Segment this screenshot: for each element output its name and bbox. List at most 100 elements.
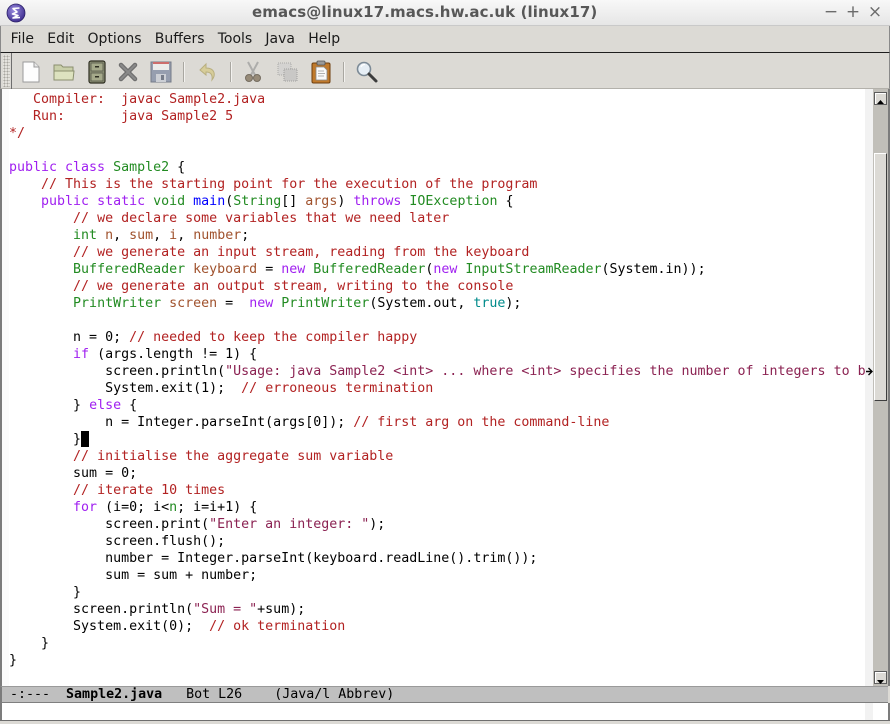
code-line: } bbox=[9, 584, 865, 601]
menu-tools[interactable]: Tools bbox=[211, 27, 259, 51]
code-token: void bbox=[153, 194, 186, 209]
code-line: */ bbox=[9, 125, 865, 142]
code-token: sum = sum + number; bbox=[9, 568, 258, 583]
save-button[interactable] bbox=[148, 59, 174, 85]
undo-icon bbox=[199, 62, 215, 82]
toolbar-separator bbox=[183, 62, 185, 82]
code-line: } else { bbox=[9, 397, 865, 414]
code-token: } bbox=[9, 636, 50, 651]
code-line: n = Integer.parseInt(args[0]); // first … bbox=[9, 414, 865, 431]
code-token: ); bbox=[369, 517, 386, 532]
toolbar-drag-handle[interactable] bbox=[3, 55, 10, 87]
new-file-button[interactable] bbox=[18, 59, 44, 85]
copy-button[interactable] bbox=[275, 59, 301, 85]
code-line: // iterate 10 times bbox=[9, 482, 865, 499]
code-line: n = 0; // needed to keep the compiler ha… bbox=[9, 329, 865, 346]
open-directory-button[interactable] bbox=[51, 59, 77, 85]
maximize-button[interactable]: + bbox=[845, 2, 861, 22]
undo-button[interactable] bbox=[195, 59, 221, 85]
close-window-button[interactable]: × bbox=[867, 2, 883, 22]
code-line: screen.flush(); bbox=[9, 533, 865, 550]
emacs-logo-icon bbox=[6, 3, 26, 23]
code-line: // we declare some variables that we nee… bbox=[9, 210, 865, 227]
code-line: System.exit(0); // ok termination bbox=[9, 618, 865, 635]
code-comment: */ bbox=[9, 126, 26, 141]
menu-edit[interactable]: Edit bbox=[41, 27, 81, 51]
menu-help[interactable]: Help bbox=[302, 27, 347, 51]
search-button[interactable] bbox=[354, 59, 380, 85]
code-token: , bbox=[153, 228, 170, 243]
magnifier-icon bbox=[356, 61, 378, 83]
code-line: sum = sum + number; bbox=[9, 567, 865, 584]
code-token: if bbox=[73, 347, 90, 362]
menu-bar: File Edit Options Buffers Tools Java Hel… bbox=[0, 26, 890, 53]
code-token: Sample2 bbox=[113, 160, 170, 175]
code-token: (System.in)); bbox=[601, 262, 706, 277]
scissors-icon bbox=[245, 61, 261, 82]
toolbar-separator bbox=[230, 62, 232, 82]
code-token: for bbox=[73, 500, 98, 515]
code-token: new bbox=[433, 262, 458, 277]
scrollbar-thumb[interactable] bbox=[874, 152, 887, 402]
menu-file[interactable]: File bbox=[4, 27, 41, 51]
code-token: ); bbox=[505, 296, 522, 311]
code-token: { bbox=[121, 398, 138, 413]
mode-line[interactable]: -:--- Sample2.java Bot L26 (Java/l Abbre… bbox=[0, 686, 888, 703]
code-token: ) bbox=[337, 194, 354, 209]
code-token: InputStreamReader bbox=[465, 262, 602, 277]
code-token: BufferedReader bbox=[73, 262, 186, 277]
code-line: // initialise the aggregate sum variable bbox=[9, 448, 865, 465]
code-token: main bbox=[193, 194, 226, 209]
code-token: PrintWriter bbox=[73, 296, 162, 311]
code-token: [] bbox=[281, 194, 306, 209]
menu-options[interactable]: Options bbox=[81, 27, 148, 51]
echo-area[interactable] bbox=[0, 703, 890, 720]
code-comment: Run: java Sample2 5 bbox=[9, 109, 234, 124]
text-cursor bbox=[81, 431, 90, 447]
code-token: n = 0; bbox=[9, 330, 130, 345]
code-token: System.exit(1); bbox=[9, 381, 242, 396]
code-token: ; i=i+1) { bbox=[177, 500, 258, 515]
close-buffer-button[interactable] bbox=[115, 59, 141, 85]
filing-cabinet-icon bbox=[88, 60, 106, 84]
minimize-button[interactable]: − bbox=[823, 2, 839, 22]
code-token: screen.println( bbox=[9, 364, 226, 379]
modeline-buffer-name[interactable]: Sample2.java bbox=[66, 687, 162, 702]
code-comment: // initialise the aggregate sum variable bbox=[73, 449, 394, 464]
code-line: public class Sample2 { bbox=[9, 159, 865, 176]
code-line: if (args.length != 1) { bbox=[9, 346, 865, 363]
code-token: { bbox=[169, 160, 186, 175]
code-token: else bbox=[89, 398, 122, 413]
paste-button[interactable] bbox=[308, 59, 334, 85]
code-comment: // we generate an output stream, writing… bbox=[73, 279, 514, 294]
scroll-up-button[interactable] bbox=[874, 92, 887, 105]
code-token: { bbox=[497, 194, 514, 209]
editor-window[interactable]: Compiler: javac Sample2.java Run: java S… bbox=[0, 89, 890, 686]
scroll-down-button[interactable] bbox=[874, 671, 887, 684]
menu-java[interactable]: Java bbox=[259, 27, 302, 51]
paste-icon bbox=[311, 60, 331, 84]
code-token: screen bbox=[169, 296, 218, 311]
code-token: public static bbox=[41, 194, 146, 209]
menu-buffers[interactable]: Buffers bbox=[148, 27, 211, 51]
code-line: System.exit(1); // erroneous termination bbox=[9, 380, 865, 397]
cut-button[interactable] bbox=[240, 59, 266, 85]
modeline-status: -:--- bbox=[2, 687, 67, 702]
code-comment: // we declare some variables that we nee… bbox=[73, 211, 450, 226]
dired-button[interactable] bbox=[84, 59, 110, 85]
code-comment: // needed to keep the compiler happy bbox=[129, 330, 418, 345]
code-token: throws bbox=[353, 194, 402, 209]
vertical-scrollbar[interactable] bbox=[873, 89, 890, 686]
code-token: = bbox=[217, 296, 250, 311]
modeline-modes[interactable]: (Java/l Abbrev) bbox=[274, 687, 394, 702]
code-buffer[interactable]: Compiler: javac Sample2.java Run: java S… bbox=[9, 91, 865, 669]
code-token: screen.flush(); bbox=[9, 534, 226, 549]
